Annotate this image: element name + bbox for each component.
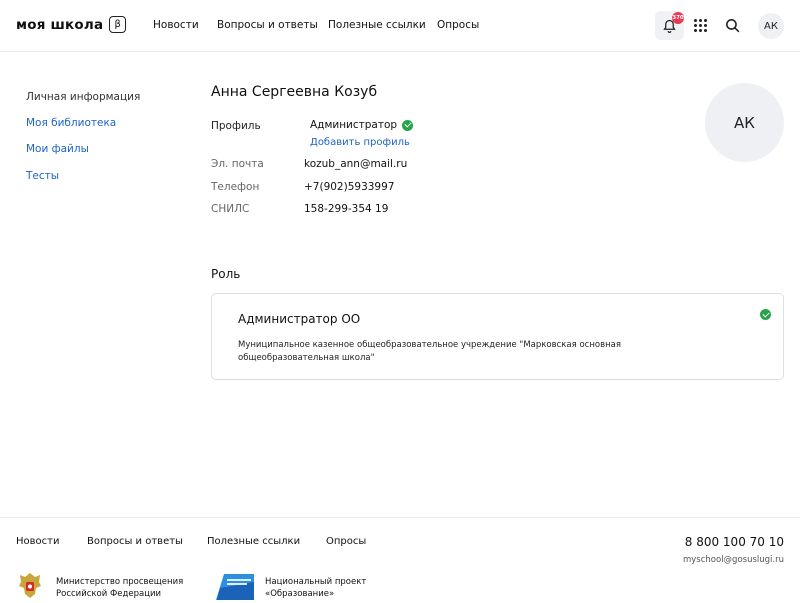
search-icon[interactable] (724, 17, 741, 34)
footer-nav-news[interactable]: Новости (16, 536, 59, 547)
coat-of-arms-icon (19, 573, 41, 598)
phone-value: +7(902)5933997 (304, 181, 395, 193)
role-heading: Роль (211, 267, 241, 281)
national-project-line2: «Образование» (265, 589, 335, 599)
profile-label: Профиль (211, 120, 261, 132)
profile-role: Администратор (310, 119, 414, 131)
sidebar-item-my-library[interactable]: Моя библиотека (26, 117, 116, 129)
email-value: kozub_ann@mail.ru (304, 158, 408, 170)
user-full-name: Анна Сергеевна Козуб (211, 84, 378, 100)
role-card-title: Администратор ОО (238, 312, 361, 326)
national-project-line1: Национальный проект (265, 577, 367, 587)
verified-check-icon (402, 119, 414, 131)
footer-nav-useful-links[interactable]: Полезные ссылки (207, 536, 300, 547)
ministry-line2: Российской Федерации (56, 589, 162, 599)
add-profile-link[interactable]: Добавить профиль (310, 137, 410, 148)
snils-value: 158-299-354 19 (304, 203, 389, 215)
role-active-check-icon (760, 309, 771, 320)
notification-count-badge: 370 (672, 12, 684, 24)
profile-role-text: Администратор (310, 119, 398, 131)
snils-label: СНИЛС (211, 203, 250, 215)
beta-badge: β (109, 16, 127, 33)
ministry-line1: Министерство просвещения (56, 577, 184, 587)
national-project-logo-icon (216, 574, 254, 600)
sidebar-item-personal-info[interactable]: Личная информация (26, 91, 140, 103)
sidebar-item-tests[interactable]: Тесты (26, 170, 59, 182)
header: моя школа β Новости Вопросы и ответы Пол… (0, 0, 800, 52)
nav-news[interactable]: Новости (153, 19, 199, 31)
footer-divider (0, 517, 800, 518)
nav-useful-links[interactable]: Полезные ссылки (328, 19, 426, 31)
footer-nav-polls[interactable]: Опросы (326, 536, 366, 547)
sidebar-item-my-files[interactable]: Мои файлы (26, 143, 89, 155)
profile-avatar[interactable]: АК (705, 83, 784, 162)
nav-polls[interactable]: Опросы (437, 19, 479, 31)
ministry-name: Министерство просвещения Российской Феде… (56, 576, 183, 600)
footer-email[interactable]: myschool@gosuslugi.ru (683, 555, 784, 565)
footer-phone[interactable]: 8 800 100 70 10 (685, 535, 784, 549)
user-avatar[interactable]: АК (758, 13, 784, 39)
email-label: Эл. почта (211, 158, 264, 170)
role-card-description: Муниципальное казенное общеобразовательн… (238, 340, 621, 363)
footer-nav-faq[interactable]: Вопросы и ответы (87, 536, 183, 547)
apps-grid-icon[interactable] (694, 19, 707, 32)
role-card[interactable]: Администратор ОО Муниципальное казенное … (211, 293, 784, 380)
site-logo[interactable]: моя школа β (16, 16, 127, 33)
phone-label: Телефон (211, 181, 260, 193)
national-project-name: Национальный проект «Образование» (265, 576, 366, 600)
nav-faq[interactable]: Вопросы и ответы (217, 19, 318, 31)
logo-text: моя школа (16, 16, 104, 33)
